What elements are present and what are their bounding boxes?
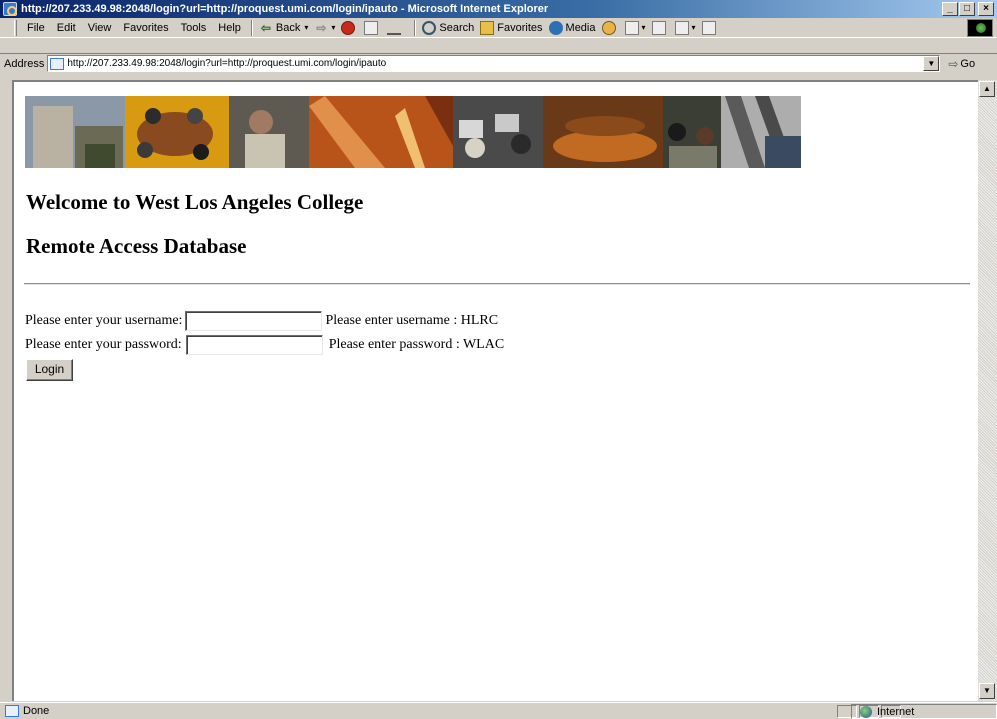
refresh-icon [364,20,379,35]
banner-photo-strip [25,96,801,168]
internet-globe-icon [860,705,872,718]
back-label: Back [275,21,301,34]
menu-file[interactable]: File [21,22,51,34]
security-zone: Internet [851,704,997,719]
ie-app-icon [3,2,17,16]
go-arrow-icon: ⇨ [948,56,959,71]
minimize-button[interactable]: _ [942,2,958,16]
address-url[interactable]: http://207.233.49.98:2048/login?url=http… [67,58,386,69]
maximize-button[interactable]: □ [959,2,975,16]
menu-view[interactable]: View [82,22,118,34]
college-banner [25,96,801,168]
welcome-heading: Welcome to West Los Angeles College [26,190,364,214]
go-label: Go [960,57,976,70]
window-controls: _ □ × [941,2,994,16]
media-label: Media [565,21,596,34]
window-title: http://207.233.49.98:2048/login?url=http… [21,3,549,15]
username-hint: Please enter username : HLRC [325,313,499,328]
search-icon [422,20,437,35]
browser-window: http://207.233.49.98:2048/login?url=http… [0,0,997,719]
forward-button[interactable]: ⇨ ▾ [314,21,335,35]
stop-icon [341,20,356,35]
history-icon [601,20,616,35]
password-hint: Please enter password : WLAC [328,337,505,352]
horizontal-divider [24,283,970,285]
go-button[interactable]: ⇨ Go [948,57,975,71]
search-button[interactable]: Search [422,20,475,35]
back-arrow-icon: ⇦ [260,20,271,35]
mail-dropdown-icon[interactable]: ▾ [642,23,646,32]
menu-help[interactable]: Help [212,22,247,34]
refresh-button[interactable] [364,20,381,35]
username-label: Please enter your username: [25,313,183,328]
media-icon [548,20,563,35]
menu-tools[interactable]: Tools [175,22,213,34]
database-heading: Remote Access Database [26,234,247,258]
password-input[interactable] [185,335,323,355]
favorites-button[interactable]: Favorites [480,20,543,35]
mail-button[interactable]: ▾ [624,20,646,35]
close-button[interactable]: × [978,2,994,16]
username-input[interactable] [185,311,323,331]
mail-icon [624,20,639,35]
back-dropdown-icon[interactable]: ▾ [304,23,308,32]
history-button[interactable] [601,20,619,35]
page-content: Welcome to West Los Angeles College Remo… [12,80,978,701]
vertical-scrollbar[interactable]: ▲ ▼ [978,80,997,701]
media-button[interactable]: Media [548,20,596,35]
back-button[interactable]: ⇦ Back ▾ [259,20,309,35]
discuss-button[interactable] [701,20,719,35]
forward-arrow-icon: ⇨ [316,20,327,35]
menu-bar: File Edit View Favorites Tools Help ⇦ Ba… [0,18,997,38]
login-button[interactable]: Login [26,359,73,381]
address-dropdown-icon[interactable]: ▼ [923,56,940,71]
password-row: Please enter your password: Please enter… [25,335,504,355]
edit-icon [674,20,689,35]
toolbar-separator-2 [414,19,417,36]
address-input[interactable]: http://207.233.49.98:2048/login?url=http… [47,55,941,72]
stop-button[interactable] [341,20,358,35]
toolbar-separator [250,19,253,36]
edit-dropdown-icon[interactable]: ▾ [692,23,696,32]
print-icon [651,20,666,35]
discuss-icon [701,20,716,35]
search-label: Search [439,21,475,34]
password-label: Please enter your password: [25,337,182,352]
favorites-label: Favorites [497,21,543,34]
status-text: Done [23,705,50,717]
status-bar: Done Internet [0,702,997,719]
print-button[interactable] [651,20,669,35]
menu-edit[interactable]: Edit [51,22,82,34]
address-label: Address [4,57,45,70]
scroll-up-icon[interactable]: ▲ [979,81,995,97]
home-button[interactable] [387,21,404,35]
page-icon [50,57,65,70]
scroll-down-icon[interactable]: ▼ [979,683,995,699]
zone-label: Internet [877,705,915,718]
home-icon [387,21,402,35]
address-bar: Address http://207.233.49.98:2048/login?… [0,53,997,73]
username-row: Please enter your username: Please enter… [25,311,498,331]
page-done-icon [5,705,19,717]
edit-button[interactable]: ▾ [674,20,696,35]
title-bar: http://207.233.49.98:2048/login?url=http… [0,0,997,18]
windows-logo-icon [967,19,993,37]
favorites-icon [480,20,495,35]
forward-dropdown-icon[interactable]: ▾ [331,23,335,32]
menu-grip [14,19,17,36]
menu-favorites[interactable]: Favorites [117,22,174,34]
